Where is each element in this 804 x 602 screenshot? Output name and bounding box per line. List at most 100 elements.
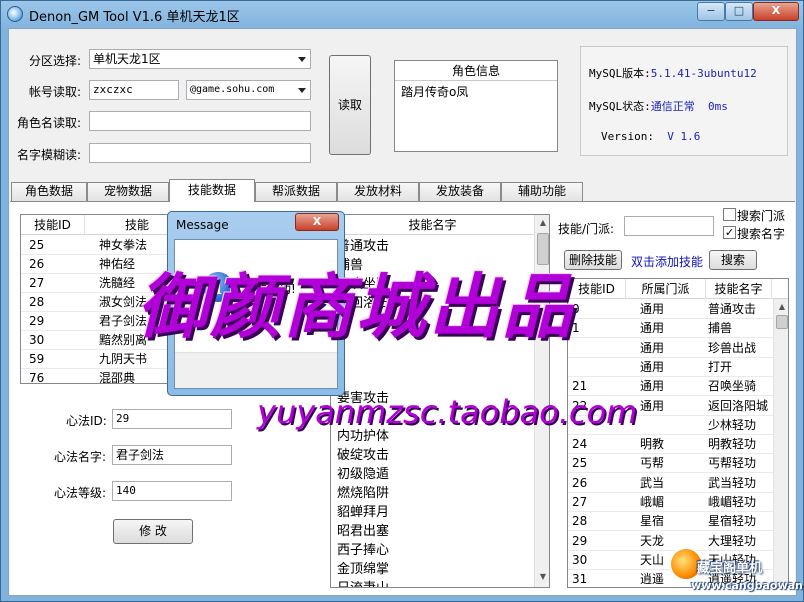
table-row[interactable]: 24 明教 明教轻功 xyxy=(568,435,773,455)
column-header-sect[interactable]: 所属门派 xyxy=(626,279,706,299)
table-row[interactable]: 26 武当 武当轻功 xyxy=(568,474,773,493)
list-item[interactable]: 初级隐遁 xyxy=(331,465,534,484)
xinfa-name-input[interactable]: 君子剑法 xyxy=(112,445,232,465)
domain-select-value: @game.sohu.com xyxy=(190,84,275,95)
role-name-input[interactable] xyxy=(89,111,311,131)
all-skill-header-label: 技能名字 xyxy=(408,218,457,232)
list-item[interactable]: 貂蝉拜月 xyxy=(331,503,534,522)
search-button[interactable]: 搜索 xyxy=(709,250,757,270)
table-row[interactable]: 0 通用 普通攻击 xyxy=(568,300,773,319)
column-header-skill-name[interactable]: 技能名字 xyxy=(706,279,772,299)
xinfa-level-input[interactable]: 140 xyxy=(112,481,232,501)
close-button[interactable]: X xyxy=(753,2,799,21)
skill-id-cell: 24 xyxy=(572,437,588,452)
search-sect-checkbox[interactable] xyxy=(723,208,736,221)
table-row[interactable]: 通用 珍兽出战 xyxy=(568,339,773,358)
skill-id-cell: 27 xyxy=(29,276,45,290)
tab-guild[interactable]: 帮派数据 xyxy=(255,182,337,201)
role-name-label: 角色名读取: xyxy=(17,116,82,130)
skill-id-cell: 30 xyxy=(29,333,45,347)
filter-input[interactable] xyxy=(624,216,714,236)
sect-cell: 通用 xyxy=(640,398,665,413)
table-row[interactable]: 1 通用 捕兽 xyxy=(568,319,773,339)
xinfa-id-input[interactable]: 29 xyxy=(112,409,232,429)
list-item[interactable]: 西子捧心 xyxy=(331,541,534,560)
column-header-skill-id[interactable]: 技能ID xyxy=(21,215,85,235)
table-row[interactable]: 27 峨嵋 峨嵋轻功 xyxy=(568,493,773,512)
mysql-version-value: 5.1.41-3ubuntu12 xyxy=(650,67,757,80)
column-header-skill-name[interactable]: 技能名字 xyxy=(331,215,535,235)
skill-name-cell: 返回洛阳城 xyxy=(708,398,769,413)
skill-name-cell: 丐帮轻功 xyxy=(708,456,757,471)
maximize-button[interactable]: □ xyxy=(725,2,753,21)
fuzzy-name-input[interactable] xyxy=(89,143,311,163)
scroll-up-icon[interactable]: ▲ xyxy=(776,301,788,313)
xinfa-level-label: 心法等级: xyxy=(54,486,107,500)
sect-cell: 星宿 xyxy=(640,514,665,529)
scroll-thumb[interactable] xyxy=(776,315,788,329)
title-bar[interactable]: Denon_GM Tool V1.6 单机天龙1区 − □ X xyxy=(1,1,803,27)
skill-id-cell: 30 xyxy=(572,552,588,567)
minimize-button[interactable]: − xyxy=(697,2,725,21)
list-item[interactable]: 破绽攻击 xyxy=(331,446,534,465)
xinfa-id-label: 心法ID: xyxy=(66,414,107,428)
tab-role[interactable]: 角色数据 xyxy=(11,182,87,201)
domain-select[interactable]: @game.sohu.com xyxy=(186,80,311,100)
skill-name-cell: 星宿轻功 xyxy=(708,514,757,529)
query-panel: 分区选择: 单机天龙1区 帐号读取: zxczxc @game.sohu.com… xyxy=(11,33,571,173)
skill-id-cell: 31 xyxy=(572,572,588,587)
shop-watermark-url: yuyanmzsc.taobao.com xyxy=(257,393,638,431)
role-info-list[interactable]: 角色信息 踏月传奇o凤 xyxy=(394,60,558,152)
skill-name-cell: 珍兽出战 xyxy=(708,340,757,355)
sect-cell: 武当 xyxy=(640,475,665,490)
skill-id-cell: 25 xyxy=(572,456,588,471)
skill-id-cell: 26 xyxy=(572,475,588,490)
corner-watermark: 藏宝阁单机 www.cangbaowan.net xyxy=(661,539,804,599)
table-row[interactable]: 25 丐帮 丐帮轻功 xyxy=(568,454,773,474)
list-item[interactable] xyxy=(331,351,534,370)
tab-equipment[interactable]: 发放装备 xyxy=(419,182,501,201)
skill-id-cell: 28 xyxy=(572,514,588,529)
list-item[interactable]: 金顶绵掌 xyxy=(331,560,534,579)
table-row[interactable]: 通用 打开 xyxy=(568,358,773,377)
skill-id-cell: 28 xyxy=(29,295,45,309)
account-input[interactable]: zxczxc xyxy=(89,80,179,100)
skill-name-cell xyxy=(337,370,527,389)
skill-name-cell: 破绽攻击 xyxy=(337,448,390,463)
mysql-status-ms: 0ms xyxy=(708,100,728,113)
tab-tools[interactable]: 辅助功能 xyxy=(501,182,583,201)
list-item[interactable] xyxy=(331,370,534,389)
version-value: V 1.6 xyxy=(667,130,701,143)
mysql-status: MySQL状态:通信正常 0ms xyxy=(589,98,728,114)
list-item[interactable]: 昭君出塞 xyxy=(331,522,534,541)
skill-id-cell: 27 xyxy=(572,495,588,509)
tab-pet[interactable]: 宠物数据 xyxy=(87,182,169,201)
tab-material[interactable]: 发放材料 xyxy=(337,182,419,201)
app-window: Denon_GM Tool V1.6 单机天龙1区 − □ X 分区选择: 单机… xyxy=(0,0,804,602)
role-info-item[interactable]: 踏月传奇o凤 xyxy=(395,81,557,102)
read-button[interactable]: 读取 xyxy=(329,55,371,155)
scroll-up-icon[interactable]: ▲ xyxy=(537,217,549,229)
list-item[interactable]: 日流妻山 xyxy=(331,579,534,587)
skill-name-cell xyxy=(337,351,527,370)
column-header-skill-id[interactable]: 技能ID xyxy=(568,279,626,299)
table-row[interactable]: 28 星宿 星宿轻功 xyxy=(568,512,773,532)
skill-name-cell: 普通攻击 xyxy=(708,302,757,316)
tab-skill[interactable]: 技能数据 xyxy=(169,179,255,202)
zone-select[interactable]: 单机天龙1区 xyxy=(89,49,311,69)
mysql-status-label: MySQL状态: xyxy=(589,100,651,113)
skill-name-cell: 初级隐遁 xyxy=(337,467,390,482)
search-name-checkbox[interactable]: ✓ xyxy=(723,226,736,239)
skill-name-cell: 燃烧陷阱 xyxy=(337,486,390,501)
skill-id-cell xyxy=(572,339,624,358)
skill-id-cell: 25 xyxy=(29,238,45,252)
modify-button[interactable]: 修 改 xyxy=(113,519,193,544)
skill-name-cell: 打开 xyxy=(708,359,733,374)
skill-name-cell: 召唤坐骑 xyxy=(708,379,757,394)
search-sect-label: 搜索门派 xyxy=(737,209,786,223)
skill-id-cell: 26 xyxy=(29,257,45,271)
account-label: 帐号读取: xyxy=(29,85,82,99)
dialog-close-button[interactable]: X xyxy=(295,213,339,231)
list-item[interactable]: 燃烧陷阱 xyxy=(331,484,534,503)
scroll-down-icon[interactable]: ▼ xyxy=(537,571,549,583)
